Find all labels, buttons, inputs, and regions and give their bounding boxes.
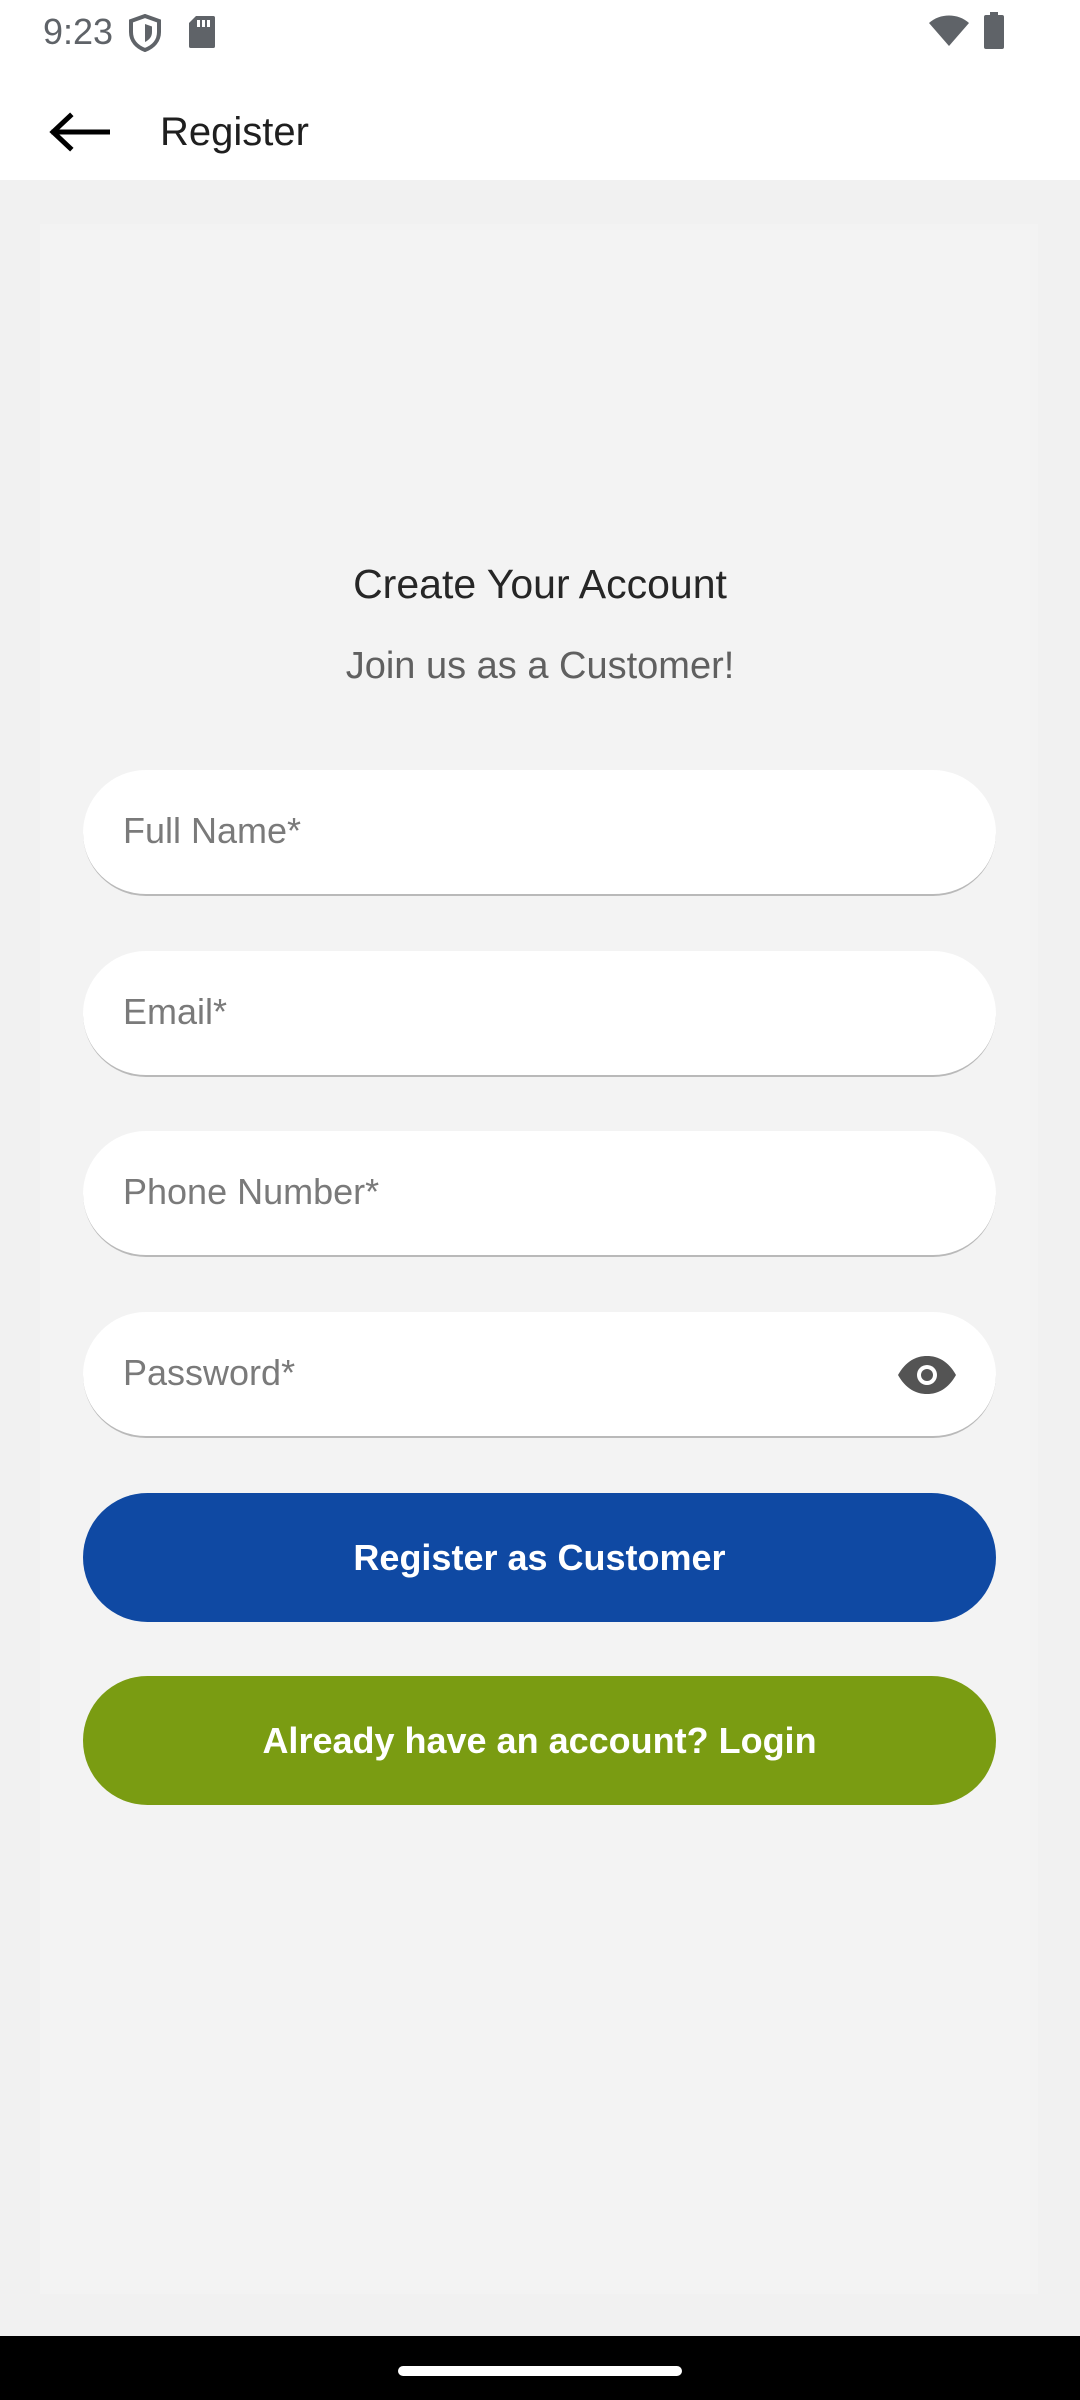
email-input[interactable]: Email* (83, 951, 996, 1077)
phone-number-input[interactable]: Phone Number* (83, 1131, 996, 1257)
navigation-bar (0, 2336, 1080, 2400)
register-card (40, 224, 1038, 2294)
home-indicator[interactable] (398, 2366, 682, 2376)
form-heading: Create Your Account (353, 561, 727, 607)
register-button[interactable]: Register as Customer (83, 1493, 996, 1622)
login-button[interactable]: Already have an account? Login (83, 1676, 996, 1805)
back-button[interactable] (34, 94, 124, 170)
arrow-back-icon (49, 112, 110, 152)
full-name-input[interactable]: Full Name* (83, 770, 996, 896)
shield-icon (128, 13, 162, 57)
email-placeholder: Email* (123, 991, 228, 1032)
password-input[interactable]: Password* (83, 1312, 996, 1438)
app-bar: Register (0, 64, 1080, 180)
page-title: Register (160, 110, 309, 154)
phone-number-placeholder: Phone Number* (123, 1171, 380, 1212)
eye-icon[interactable] (896, 1350, 958, 1400)
wifi-icon (928, 14, 970, 53)
sd-card-icon (188, 15, 216, 54)
form-subheading: Join us as a Customer! (345, 645, 735, 687)
full-name-placeholder: Full Name* (123, 810, 302, 851)
status-time: 9:23 (43, 11, 114, 52)
status-bar: 9:23 (0, 0, 1080, 64)
password-placeholder: Password* (123, 1352, 296, 1393)
battery-icon (983, 12, 1005, 55)
